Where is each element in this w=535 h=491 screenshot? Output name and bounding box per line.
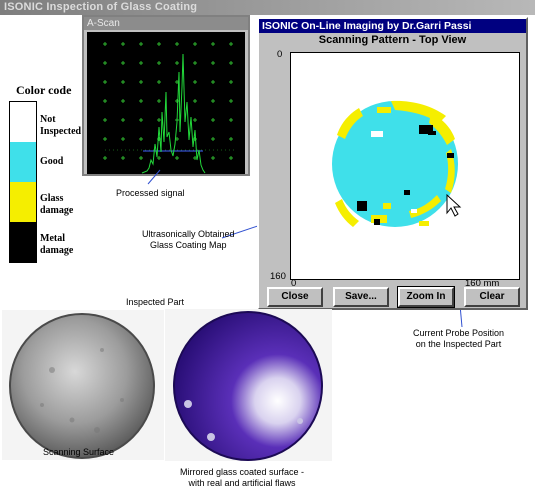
mirrored-caption-line2: with real and artificial flaws [188,478,296,488]
probe-cursor-icon [446,193,462,217]
y-axis-top-label: 0 [277,49,283,60]
coating-map [332,100,462,227]
scanning-surface-label: Scanning Surface [43,447,115,457]
zoom-in-button[interactable]: Zoom In [397,286,455,308]
y-axis-bottom-label: 160 [270,271,286,282]
probe-caption-line2: on the Inspected Part [415,339,502,349]
mirrored-surface-photo [165,309,332,461]
scan-view-subtitle: Scanning Pattern - Top View [318,34,467,46]
imaging-window-title: ISONIC On-Line Imaging by Dr.Garri Passi [259,19,526,33]
save-button[interactable]: Save... [333,287,389,307]
scan-map-plot[interactable] [290,52,520,280]
clear-button[interactable]: Clear [464,287,520,307]
inspected-part-label: Inspected Part [126,297,185,307]
probe-caption-line1: Current Probe Position [413,328,505,338]
scanning-surface-photo [2,310,164,460]
map-caption: Ultrasonically Obtained Glass Coating Ma… [142,229,235,251]
probe-position-caption: Current Probe Position on the Inspected … [413,328,504,350]
close-button[interactable]: Close [267,287,323,307]
map-caption-line2: Glass Coating Map [150,240,227,250]
imaging-window: ISONIC On-Line Imaging by Dr.Garri Passi… [257,17,528,310]
mirrored-surface-caption: Mirrored glass coated surface - with rea… [180,467,304,489]
map-caption-line1: Ultrasonically Obtained [142,229,235,239]
mirrored-caption-line1: Mirrored glass coated surface - [180,467,305,477]
